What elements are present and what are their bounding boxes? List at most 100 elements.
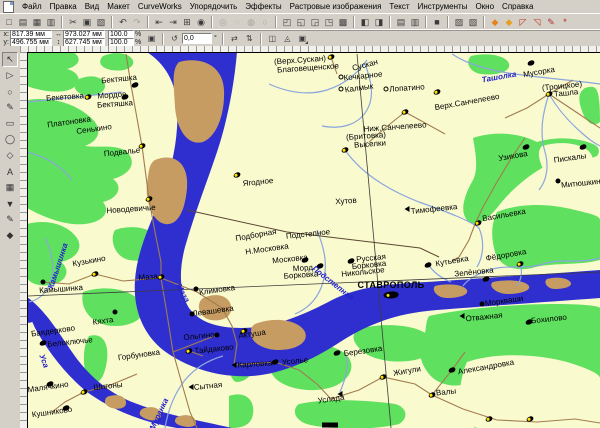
menu-item-правка[interactable]: Правка [46,1,81,12]
menu-item-вид[interactable]: Вид [81,1,103,12]
weld-icon[interactable]: ◆ [488,15,502,29]
rectangle-tool-icon[interactable]: ▭ [2,116,18,131]
menu-item-инструменты[interactable]: Инструменты [414,1,472,12]
ellipse-tool-icon[interactable]: ◯ [2,132,18,147]
pick-tool-icon[interactable]: ↖ [2,52,18,67]
snap-to-guidelines-icon[interactable]: ◱ [294,15,308,29]
map-town-label: Хутов [335,196,357,206]
zoom-tool-icon[interactable]: ○ [2,84,18,99]
map-canvas[interactable]: БектяшкаБекетовкаМордов.БектяшкаПлатонов… [27,52,600,428]
menu-item-эффекты[interactable]: Эффекты [241,1,285,12]
map-settlement-marker [322,423,338,428]
map-town-label: Маза [138,272,158,282]
map-settlement-marker [384,87,389,92]
map-settlement-marker [460,313,465,319]
menu-item-растровые изображения[interactable]: Растровые изображения [286,1,386,12]
cut-icon[interactable]: ✂ [66,15,80,29]
menu-item-справка[interactable]: Справка [498,1,537,12]
mirror-vertical-icon[interactable]: ⇅ [243,32,256,45]
outline-tool-icon[interactable]: ✎ [2,212,18,227]
text-tool-icon[interactable]: А [2,164,18,179]
nonproportional-lock-icon[interactable]: ▣ [145,32,158,45]
to-back-icon[interactable]: ◨ [372,15,386,29]
more-options-icon[interactable]: ▣ [296,32,309,45]
simplify-icon[interactable]: ◹ [530,15,544,29]
treat-as-filled-icon[interactable]: ▩ [336,15,350,29]
refresh-icon[interactable]: ○ [258,15,272,29]
toolbox: ↖▷○✎▭◯◇А▦▼✎◆ [0,46,21,428]
toolbar-separator [447,16,449,28]
toolbar-separator [211,16,213,28]
eyedropper-tool-icon[interactable]: ▼ [2,196,18,211]
rotation-angle-field[interactable]: 0,0 [182,33,212,44]
interactive-fill-tool-icon[interactable]: ▦ [2,180,18,195]
y-label: y: [3,39,9,46]
group-icon[interactable]: ▤ [394,15,408,29]
application-launcher-icon[interactable]: ⊞ [180,15,194,29]
percent-x-label: % [135,31,141,38]
map-settlement-marker [215,333,220,338]
toolbar-separator [483,16,485,28]
fill-color-icon[interactable]: ■ [430,15,444,29]
map-settlement-marker [405,206,410,212]
new-document-icon[interactable]: □ [2,15,16,29]
toolbar-separator [147,16,149,28]
height-icon: ↕ [55,39,62,46]
map-settlement-marker [113,310,118,315]
print-icon[interactable]: ▥ [44,15,58,29]
toolbar-separator [61,16,63,28]
snap-to-objects-icon[interactable]: ◲ [308,15,322,29]
ungroup-icon[interactable]: ▥ [408,15,422,29]
export-icon[interactable]: ⇥ [166,15,180,29]
artistic-media-icon[interactable]: * [558,15,572,29]
import-icon[interactable]: ⇤ [152,15,166,29]
freehand-tool-icon[interactable]: ✎ [2,100,18,115]
convert-to-curves-icon[interactable]: ◬ [281,32,294,45]
x-label: x: [3,31,9,38]
menu-item-curveworks[interactable]: CurveWorks [134,1,186,12]
polygon-tool-icon[interactable]: ◇ [2,148,18,163]
mirror-horizontal-icon[interactable]: ⇄ [228,32,241,45]
wrap-text-icon[interactable]: ◫ [266,32,279,45]
rotate-icon: ↺ [168,32,181,45]
contour-pen-icon[interactable]: ✎ [544,15,558,29]
pan-icon[interactable]: ◌ [230,15,244,29]
menu-item-файл[interactable]: Файл [18,1,46,12]
fill-tool-icon[interactable]: ◆ [2,228,18,243]
width-icon: ↔ [55,31,62,38]
menu-item-текст[interactable]: Текст [385,1,413,12]
combine-icon[interactable]: ▨ [452,15,466,29]
copy-icon[interactable]: ▣ [80,15,94,29]
shape-tool-icon[interactable]: ▷ [2,68,18,83]
map-settlement-marker [232,362,237,368]
snap-to-grid-icon[interactable]: ◰ [280,15,294,29]
redo-icon[interactable]: ↷ [130,15,144,29]
intersect-icon[interactable]: ◸ [516,15,530,29]
corel-draw-window: ФайлПравкаВидМакетCurveWorksУпорядочитьЭ… [0,0,600,428]
to-front-icon[interactable]: ◧ [358,15,372,29]
document-icon [3,1,14,13]
save-icon[interactable]: ▦ [30,15,44,29]
map-city-label: СТАВРОПОЛЬ [357,280,424,290]
zoom-levels-icon[interactable]: ◎ [216,15,230,29]
paste-icon[interactable]: ▧ [94,15,108,29]
break-apart-icon[interactable]: ▧ [466,15,480,29]
undo-icon[interactable]: ↶ [116,15,130,29]
toolbar-separator [275,16,277,28]
view-manager-icon[interactable]: ◍ [244,15,258,29]
map-settlement-marker [41,280,46,285]
toolbar-separator [111,16,113,28]
menu-item-макет[interactable]: Макет [103,1,134,12]
map-settlement-marker [339,87,344,92]
degree-label: ° [214,35,217,42]
corel-online-icon[interactable]: ◉ [194,15,208,29]
trim-icon[interactable]: ◆ [502,15,516,29]
percent-y-label: % [135,39,141,46]
menu-bar: ФайлПравкаВидМакетCurveWorksУпорядочитьЭ… [0,0,600,14]
toolbar-separator [425,16,427,28]
bounding-box-icon[interactable]: ◳ [322,15,336,29]
open-icon[interactable]: ▤ [16,15,30,29]
menu-item-окно[interactable]: Окно [471,1,498,12]
menu-items: ФайлПравкаВидМакетCurveWorksУпорядочитьЭ… [18,1,537,12]
menu-item-упорядочить[interactable]: Упорядочить [186,1,242,12]
